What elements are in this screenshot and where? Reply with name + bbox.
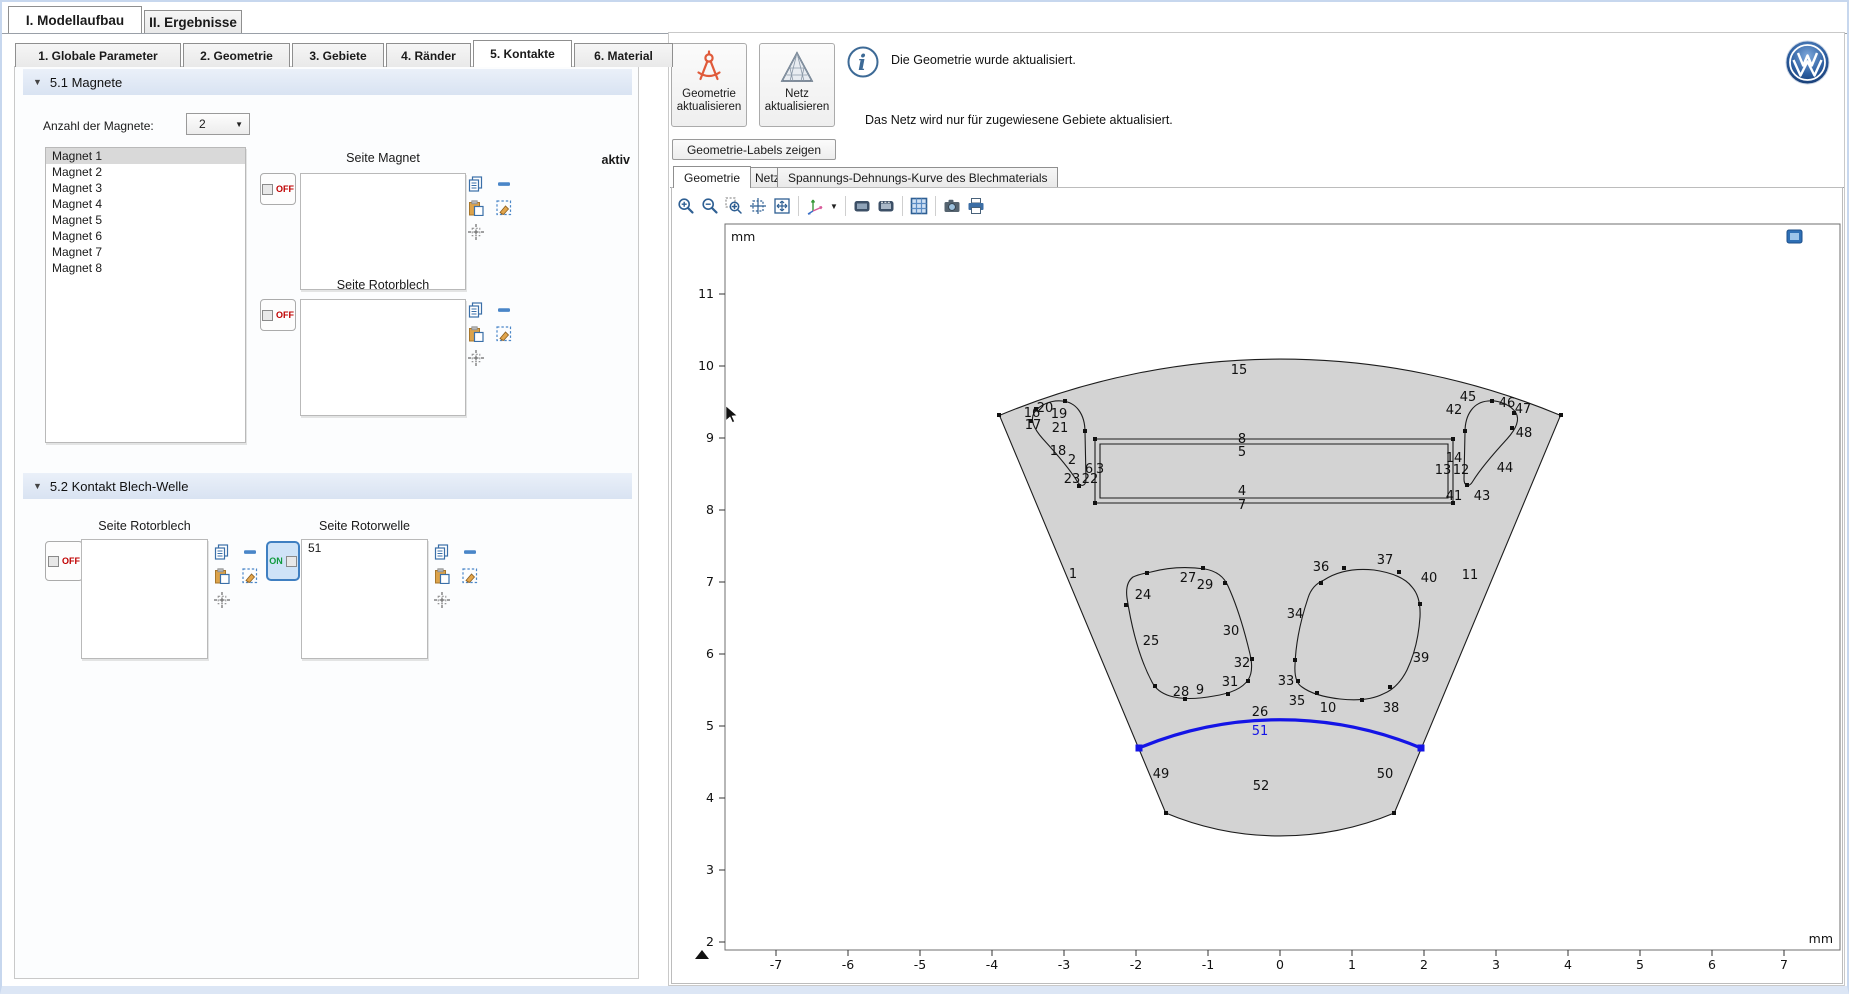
svg-text:28: 28 — [1173, 685, 1190, 700]
model-tab-6[interactable]: 6. Material — [574, 43, 673, 67]
plot-settings-icon[interactable] — [1787, 230, 1802, 243]
geometry-plot[interactable]: -7-6-5-4-3-2-101234567 234567891011 1516… — [2, 2, 1849, 994]
svg-text:7: 7 — [1780, 957, 1788, 972]
svg-text:47: 47 — [1515, 402, 1532, 417]
svg-text:3: 3 — [706, 862, 714, 877]
svg-text:4: 4 — [1238, 484, 1246, 499]
svg-text:0: 0 — [1276, 957, 1284, 972]
model-tab-2[interactable]: 2. Geometrie — [183, 43, 290, 67]
svg-text:36: 36 — [1313, 560, 1330, 575]
svg-text:37: 37 — [1377, 553, 1394, 568]
y-axis: 2 3 4 5 6 7 8 9 10 11 — [698, 286, 725, 949]
svg-text:11: 11 — [698, 286, 714, 301]
svg-text:27: 27 — [1180, 571, 1197, 586]
svg-text:38: 38 — [1383, 701, 1400, 716]
svg-text:9: 9 — [1196, 683, 1204, 698]
svg-text:21: 21 — [1052, 421, 1069, 436]
svg-text:4: 4 — [1564, 957, 1572, 972]
svg-text:34: 34 — [1287, 607, 1304, 622]
svg-text:2: 2 — [706, 934, 714, 949]
svg-text:50: 50 — [1377, 767, 1394, 782]
svg-text:13: 13 — [1435, 463, 1452, 478]
svg-text:5: 5 — [1238, 445, 1246, 460]
svg-text:5: 5 — [706, 718, 714, 733]
svg-text:52: 52 — [1253, 779, 1270, 794]
svg-text:33: 33 — [1278, 674, 1295, 689]
svg-text:1: 1 — [1069, 567, 1077, 582]
axis-unit-top: mm — [731, 229, 755, 244]
svg-text:-3: -3 — [1058, 957, 1070, 972]
svg-text:10: 10 — [698, 358, 714, 373]
svg-text:39: 39 — [1413, 651, 1430, 666]
svg-text:25: 25 — [1143, 634, 1160, 649]
app-window: I. Modellaufbau II. Ergebnisse ▼ 5.1 Mag… — [0, 0, 1849, 994]
svg-text:-1: -1 — [1202, 957, 1214, 972]
svg-text:6: 6 — [1708, 957, 1716, 972]
svg-text:19: 19 — [1051, 407, 1068, 422]
model-tab-3[interactable]: 3. Gebiete — [292, 43, 384, 67]
axis-corner-marker — [695, 950, 709, 959]
svg-text:44: 44 — [1497, 461, 1514, 476]
svg-text:2: 2 — [1068, 453, 1076, 468]
svg-text:3: 3 — [1492, 957, 1500, 972]
svg-text:4: 4 — [706, 790, 714, 805]
svg-text:42: 42 — [1446, 403, 1463, 418]
tab-modellaufbau[interactable]: I. Modellaufbau — [8, 6, 142, 33]
svg-text:31: 31 — [1222, 675, 1239, 690]
svg-text:41: 41 — [1446, 489, 1463, 504]
gtab-geometrie[interactable]: Geometrie — [673, 166, 751, 188]
svg-text:17: 17 — [1025, 418, 1042, 433]
svg-text:48: 48 — [1516, 426, 1533, 441]
svg-text:40: 40 — [1421, 571, 1438, 586]
model-tab-4[interactable]: 4. Ränder — [386, 43, 471, 67]
svg-text:30: 30 — [1223, 624, 1240, 639]
svg-text:8: 8 — [706, 502, 714, 517]
svg-text:15: 15 — [1231, 363, 1248, 378]
svg-text:2: 2 — [1420, 957, 1428, 972]
svg-text:7: 7 — [706, 574, 714, 589]
svg-text:29: 29 — [1197, 578, 1214, 593]
svg-text:49: 49 — [1153, 767, 1170, 782]
svg-text:18: 18 — [1050, 444, 1067, 459]
x-axis: -7 -6 -5 -4 -3 -2 -1 0 1 2 3 4 5 6 7 — [770, 950, 1788, 972]
svg-text:-7: -7 — [770, 957, 782, 972]
svg-text:43: 43 — [1474, 489, 1491, 504]
svg-text:23: 23 — [1064, 472, 1081, 487]
svg-text:-5: -5 — [914, 957, 926, 972]
axis-unit-right: mm — [1809, 931, 1833, 946]
svg-text:11: 11 — [1462, 568, 1479, 583]
svg-text:1: 1 — [1348, 957, 1356, 972]
svg-text:-2: -2 — [1130, 957, 1142, 972]
svg-text:35: 35 — [1289, 694, 1306, 709]
svg-text:12: 12 — [1453, 463, 1470, 478]
svg-text:46: 46 — [1499, 396, 1516, 411]
svg-text:5: 5 — [1636, 957, 1644, 972]
svg-text:9: 9 — [706, 430, 714, 445]
model-tab-5[interactable]: 5. Kontakte — [473, 40, 572, 67]
svg-text:51: 51 — [1252, 724, 1269, 739]
svg-text:32: 32 — [1234, 656, 1251, 671]
svg-text:-4: -4 — [986, 957, 999, 972]
svg-text:7: 7 — [1238, 498, 1246, 513]
svg-text:26: 26 — [1252, 705, 1269, 720]
svg-text:24: 24 — [1135, 588, 1152, 603]
svg-text:10: 10 — [1320, 701, 1337, 716]
vw-logo — [1785, 40, 1830, 85]
svg-text:22: 22 — [1082, 472, 1099, 487]
model-tab-1[interactable]: 1. Globale Parameter — [15, 43, 181, 67]
svg-text:6: 6 — [706, 646, 714, 661]
svg-text:-6: -6 — [842, 957, 855, 972]
